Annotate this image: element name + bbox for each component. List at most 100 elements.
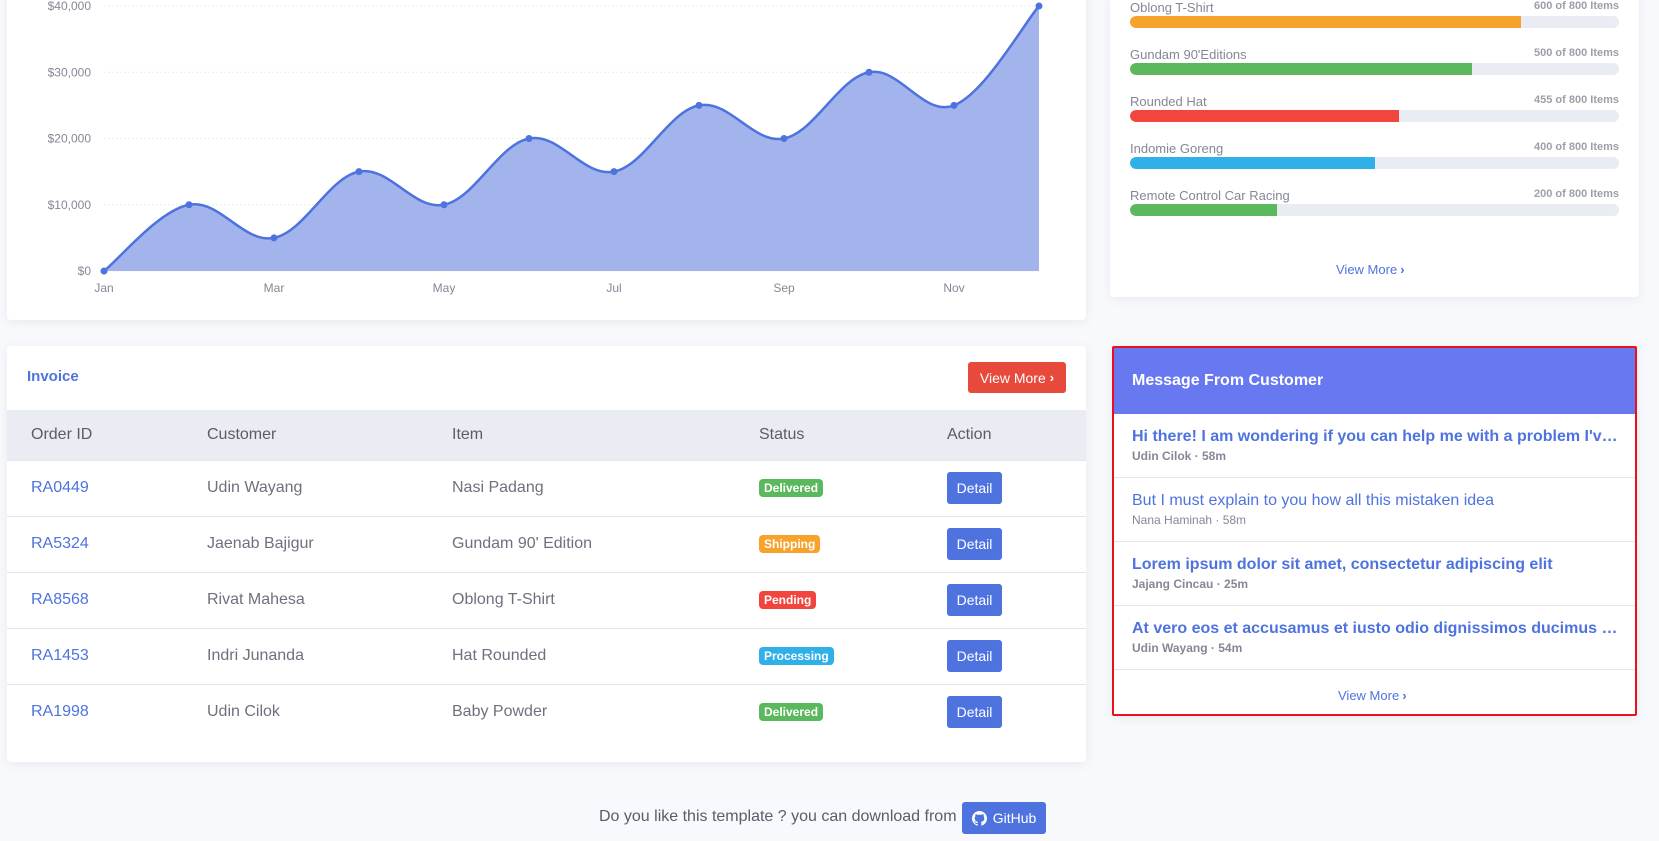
message-meta: Udin Wayang · 54m	[1132, 641, 1243, 655]
action-cell: Detail	[923, 627, 1086, 684]
chevron-right-icon: ›	[1049, 370, 1055, 385]
detail-button[interactable]: Detail	[947, 696, 1002, 729]
customer-name: Udin Cilok	[183, 683, 428, 740]
status-badge: Shipping	[759, 535, 821, 553]
message-item[interactable]: Lorem ipsum dolor sit amet, consectetur …	[1114, 542, 1635, 606]
message-meta: Jajang Cincau · 25m	[1132, 577, 1249, 591]
action-cell: Detail	[923, 571, 1086, 628]
data-point	[1035, 2, 1043, 10]
order-id-link[interactable]: RA1998	[7, 683, 183, 740]
item-name: Nasi Padang	[428, 459, 735, 516]
customer-messages-card: Message From Customer Hi there! I am won…	[1112, 346, 1637, 716]
invoice-row: RA5324 Jaenab Bajigur Gundam 90' Edition Sh…	[7, 515, 1086, 572]
message-item[interactable]: But I must explain to you how all this m…	[1114, 478, 1635, 542]
github-icon	[971, 810, 987, 826]
product-count: 600 of 800 Items	[1534, 0, 1619, 12]
item-name: Hat Rounded	[428, 627, 735, 684]
invoice-row: RA1453 Indri Junanda Hat Rounded Processing…	[7, 627, 1086, 684]
x-tick-label: May	[433, 281, 456, 295]
message-meta: Nana Haminah · 58m	[1132, 513, 1247, 527]
status-cell: Delivered	[735, 459, 923, 516]
message-text: At vero eos et accusamus et iusto odio d…	[1132, 620, 1618, 637]
data-point	[440, 201, 448, 209]
detail-button[interactable]: Detail	[947, 640, 1002, 672]
status-cell: Shipping	[735, 515, 923, 572]
y-tick-label: $30,000	[48, 65, 92, 79]
order-id-link[interactable]: RA8568	[7, 571, 183, 628]
detail-button[interactable]: Detail	[947, 584, 1002, 616]
data-point	[355, 168, 363, 176]
data-point	[950, 101, 958, 109]
github-label: GitHub	[992, 810, 1037, 826]
data-point	[185, 201, 193, 209]
y-tick-label: $20,000	[48, 132, 92, 146]
product-name: Remote Control Car Racing	[1130, 188, 1290, 203]
action-cell: Detail	[923, 683, 1086, 740]
col-customer: Customer	[183, 410, 428, 460]
invoice-row: RA8568 Rivat Mahesa Oblong T-Shirt Pending D…	[7, 571, 1086, 628]
product-progress-track	[1130, 63, 1619, 75]
customer-name: Indri Junanda	[183, 627, 428, 684]
messages-view-more-link[interactable]: View More ›	[1338, 688, 1407, 703]
invoice-view-more-button[interactable]: View More ›	[968, 362, 1066, 393]
messages-title: Message From Customer	[1114, 348, 1635, 414]
data-point	[100, 267, 108, 275]
products-view-more-link[interactable]: View More ›	[1336, 262, 1405, 277]
status-cell: Delivered	[735, 683, 923, 740]
invoice-row: RA1998 Udin Cilok Baby Powder Delivered Deta…	[7, 683, 1086, 740]
product-name: Gundam 90'Editions	[1130, 47, 1247, 62]
message-meta: Udin Cilok · 58m	[1132, 449, 1227, 463]
invoice-title: Invoice	[27, 368, 79, 385]
x-tick-label: Mar	[264, 281, 285, 295]
col-order-id: Order ID	[7, 410, 183, 460]
order-id-link[interactable]: RA5324	[7, 515, 183, 572]
action-cell: Detail	[923, 515, 1086, 572]
data-point	[525, 135, 533, 142]
col-status: Status	[735, 410, 923, 460]
product-count: 200 of 800 Items	[1534, 188, 1619, 200]
y-tick-label: $40,000	[48, 0, 92, 13]
product-progress-fill	[1130, 204, 1277, 216]
invoice-body: RA0449 Udin Wayang Nasi Padang Delivered Det…	[7, 459, 1086, 740]
data-point	[610, 168, 618, 176]
products-view-more-label: View More	[1336, 262, 1398, 277]
y-tick-label: $10,000	[48, 198, 92, 212]
detail-button[interactable]: Detail	[947, 472, 1002, 504]
col-item: Item	[428, 410, 735, 460]
product-progress-row: Oblong T-Shirt 600 of 800 Items	[1130, 0, 1619, 44]
product-progress-row: Indomie Goreng 400 of 800 Items	[1130, 141, 1619, 185]
customer-name: Udin Wayang	[183, 459, 428, 516]
x-tick-label: Sep	[773, 281, 795, 295]
status-badge: Processing	[759, 647, 834, 665]
message-text: But I must explain to you how all this m…	[1132, 492, 1494, 509]
messages-view-more-label: View More	[1338, 688, 1400, 703]
message-item[interactable]: Hi there! I am wondering if you can help…	[1114, 414, 1635, 478]
invoice-header-row: Order ID Customer Item Status Action	[7, 410, 1086, 460]
product-progress-track	[1130, 204, 1619, 216]
status-cell: Pending	[735, 571, 923, 628]
product-progress-row: Rounded Hat 455 of 800 Items	[1130, 94, 1619, 138]
product-progress-row: Gundam 90'Editions 500 of 800 Items	[1130, 47, 1619, 91]
message-item[interactable]: At vero eos et accusamus et iusto odio d…	[1114, 606, 1635, 670]
products-sold-card: Oblong T-Shirt 600 of 800 Items Gundam 90'…	[1110, 0, 1639, 297]
item-name: Gundam 90' Edition	[428, 515, 735, 572]
x-tick-label: Nov	[943, 281, 964, 295]
data-point	[780, 135, 788, 142]
invoice-card: Invoice View More › Order ID Customer It…	[7, 346, 1086, 762]
item-name: Oblong T-Shirt	[428, 571, 735, 628]
invoice-view-more-label: View More	[979, 369, 1046, 386]
order-id-link[interactable]: RA1453	[7, 627, 183, 684]
y-tick-label: $0	[78, 264, 92, 278]
data-point	[695, 101, 703, 109]
col-action: Action	[923, 410, 1086, 460]
product-name: Rounded Hat	[1130, 94, 1207, 109]
product-progress-fill	[1130, 16, 1522, 28]
status-cell: Processing	[735, 627, 923, 684]
status-badge: Delivered	[759, 703, 824, 722]
detail-button[interactable]: Detail	[947, 528, 1002, 560]
footer-text: Do you like this template ? you can down…	[599, 808, 957, 825]
order-id-link[interactable]: RA0449	[7, 459, 183, 516]
github-button[interactable]: GitHub	[962, 802, 1046, 834]
customer-name: Rivat Mahesa	[183, 571, 428, 628]
x-tick-label: Jul	[606, 281, 621, 295]
